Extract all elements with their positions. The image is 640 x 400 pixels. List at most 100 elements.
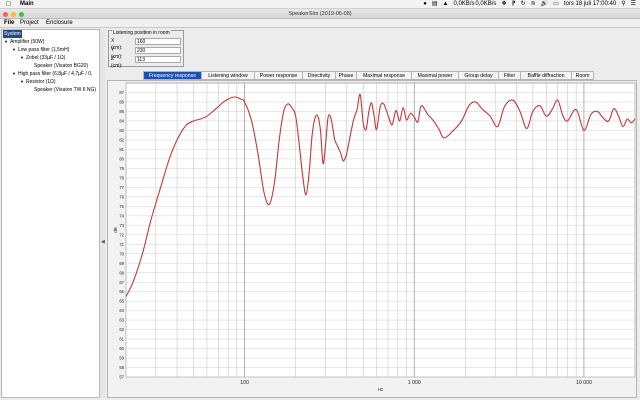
menu-list-icon[interactable]: ☰ bbox=[631, 0, 636, 9]
tab-directivity[interactable]: Directivity bbox=[303, 71, 336, 80]
menu-project[interactable]: Project bbox=[20, 19, 39, 28]
y-tick-label: 72 bbox=[119, 232, 124, 237]
tab-baffle-diffraction[interactable]: Baffle diffraction bbox=[521, 71, 572, 80]
y-tick-label: 68 bbox=[119, 270, 124, 275]
tree-node-label: Amplifier (50W) bbox=[9, 39, 45, 45]
menu-enclosure[interactable]: Enclosure bbox=[46, 19, 73, 28]
window-titlebar: SpeakerSim (2019-06-08) bbox=[0, 9, 640, 19]
tab-filter[interactable]: Filter bbox=[499, 71, 521, 80]
y-tick-label: 80 bbox=[119, 156, 124, 161]
minimize-button[interactable] bbox=[11, 11, 16, 17]
listening-position-group: Listening position in room X (cm): 160 Y… bbox=[108, 30, 184, 69]
menubar-tray: ● ▤ ▲ 0,0KB/s 0,0KB/s ❖ ⁋ ↻ ≋ 🔊 ▭ tors 1… bbox=[423, 0, 636, 9]
y-tick-label: 71 bbox=[119, 242, 124, 247]
y-tick-label: 78 bbox=[119, 175, 124, 180]
tray-app-icon[interactable]: ▤ bbox=[432, 0, 438, 9]
tree-expand-icon[interactable]: ▼ bbox=[20, 79, 24, 84]
tree-node-speaker-bg20[interactable]: Speaker (Visaton BG20) bbox=[34, 62, 88, 70]
z-label: Z (cm): bbox=[111, 56, 123, 69]
tab-listening-window[interactable]: Listening window bbox=[202, 71, 255, 80]
tree-expand-icon[interactable]: ▼ bbox=[4, 39, 8, 44]
dropbox-icon[interactable]: ❖ bbox=[501, 0, 506, 9]
y-tick-label: 86 bbox=[119, 100, 124, 105]
tab-group-delay[interactable]: Group delay bbox=[459, 71, 499, 80]
y-tick-label: 61 bbox=[119, 337, 124, 342]
y-tick-label: 81 bbox=[119, 147, 124, 152]
y-tick-label: 63 bbox=[119, 318, 124, 323]
close-button[interactable] bbox=[3, 11, 8, 17]
history-icon[interactable]: ↻ bbox=[521, 0, 526, 9]
x-axis-label: Hz bbox=[378, 387, 384, 392]
tree-node-label: Resistor (1Ω) bbox=[25, 79, 56, 85]
y-input[interactable]: 230 bbox=[135, 47, 181, 54]
tree-node-label: Zobel (33µF / 1Ω) bbox=[25, 55, 66, 61]
tray-app-icon[interactable]: ▲ bbox=[443, 0, 449, 9]
app-menubar: File Project Enclosure bbox=[0, 19, 640, 28]
y-tick-label: 66 bbox=[119, 289, 124, 294]
y-tick-label: 73 bbox=[119, 223, 124, 228]
z-input[interactable]: 113 bbox=[135, 56, 181, 63]
y-tick-label: 59 bbox=[119, 356, 124, 361]
zoom-button[interactable] bbox=[19, 11, 24, 17]
y-tick-label: 57 bbox=[119, 375, 124, 380]
tab-power-response[interactable]: Power response bbox=[255, 71, 303, 80]
tree-node-resistor[interactable]: ▼ Resistor (1Ω) bbox=[20, 78, 56, 86]
y-tick-label: 62 bbox=[119, 327, 124, 332]
search-icon[interactable]: ⚲ bbox=[621, 0, 625, 9]
y-tick-label: 74 bbox=[119, 213, 124, 218]
y-tick-label: 79 bbox=[119, 166, 124, 171]
net-down-text: 0,0KB/s bbox=[475, 0, 497, 7]
tree-node-zobel[interactable]: ▼ Zobel (33µF / 1Ω) bbox=[20, 54, 65, 62]
tab-maximal-response[interactable]: Maximal response bbox=[357, 71, 412, 80]
tree-expand-icon[interactable]: ▼ bbox=[12, 47, 16, 52]
tray-app-icon[interactable]: ● bbox=[423, 0, 427, 9]
tree-node-amplifier[interactable]: ▼ Amplifier (50W) bbox=[4, 38, 44, 46]
panel-splitter[interactable]: ◀ bbox=[100, 29, 105, 398]
net-up-text: 0,0KB/s bbox=[453, 0, 475, 7]
menubar-clock[interactable]: tors 18 juli 17:00:40 bbox=[564, 0, 616, 9]
menubar-app-name[interactable]: Main bbox=[20, 0, 34, 9]
battery-icon[interactable]: ▭ bbox=[553, 0, 559, 9]
x-input[interactable]: 160 bbox=[135, 38, 181, 45]
y-tick-label: 84 bbox=[119, 119, 124, 124]
y-tick-label: 83 bbox=[119, 128, 124, 133]
macos-menubar:  Main ● ▤ ▲ 0,0KB/s 0,0KB/s ❖ ⁋ ↻ ≋ 🔊 ▭… bbox=[0, 0, 640, 9]
chart-panel: 57 58 59 60 61 62 63 64 65 66 67 68 69 70 71 72 73 74 75 76… bbox=[107, 80, 637, 398]
listening-position-title: Listening position in room bbox=[112, 30, 171, 36]
tree-node-low-pass[interactable]: ▼ Low pass filter (1,5mH) bbox=[12, 46, 69, 54]
window-title: SpeakerSim (2019-06-08) bbox=[288, 11, 352, 17]
tree-node-high-pass[interactable]: ▼ High pass filter (6,8µF / 4,7µF / 0, bbox=[12, 70, 92, 78]
y-axis-label: dB bbox=[113, 227, 118, 233]
y-tick-label: 76 bbox=[119, 194, 124, 199]
plot-area bbox=[125, 82, 636, 378]
tab-maximal-power[interactable]: Maximal power bbox=[412, 71, 459, 80]
tree-node-speaker-tw6[interactable]: Speaker (Visaton TW 6 NG) bbox=[34, 86, 96, 94]
bluetooth-icon[interactable]: ⁋ bbox=[512, 0, 516, 9]
tree-expand-icon[interactable]: ▼ bbox=[20, 55, 24, 60]
y-tick-label: 87 bbox=[119, 90, 124, 95]
x-tick-label: 1 000 bbox=[408, 380, 421, 386]
y-tick-label: 85 bbox=[119, 109, 124, 114]
y-tick-label: 69 bbox=[119, 261, 124, 266]
tab-room[interactable]: Room bbox=[572, 71, 594, 80]
tab-phase[interactable]: Phase bbox=[336, 71, 357, 80]
system-tree: System ▼ Amplifier (50W) ▼ Low pass filter… bbox=[1, 29, 100, 398]
y-tick-label: 60 bbox=[119, 346, 124, 351]
y-tick-label: 58 bbox=[119, 365, 124, 370]
y-tick-label: 75 bbox=[119, 204, 124, 209]
y-tick-label: 67 bbox=[119, 280, 124, 285]
analysis-tabs: Frequency response Listening window Powe… bbox=[143, 71, 627, 80]
tree-expand-icon[interactable]: ▼ bbox=[12, 71, 16, 76]
wifi-icon[interactable]: ≋ bbox=[531, 0, 536, 9]
apple-icon[interactable]:  bbox=[6, 0, 11, 9]
network-speed-indicator[interactable]: 0,0KB/s 0,0KB/s bbox=[453, 0, 497, 7]
y-tick-label: 65 bbox=[119, 299, 124, 304]
x-tick-label: 100 bbox=[240, 380, 249, 386]
menu-file[interactable]: File bbox=[4, 19, 14, 28]
volume-icon[interactable]: 🔊 bbox=[541, 0, 548, 9]
splitter-grip-icon[interactable]: ◀ bbox=[101, 239, 105, 245]
x-tick-label: 10 000 bbox=[576, 380, 592, 386]
tree-node-system[interactable]: System bbox=[3, 30, 22, 38]
frequency-response-chart[interactable]: 57 58 59 60 61 62 63 64 65 66 67 68 69 70 71 72 73 74 75 76… bbox=[108, 81, 636, 397]
tab-frequency-response[interactable]: Frequency response bbox=[143, 71, 202, 80]
